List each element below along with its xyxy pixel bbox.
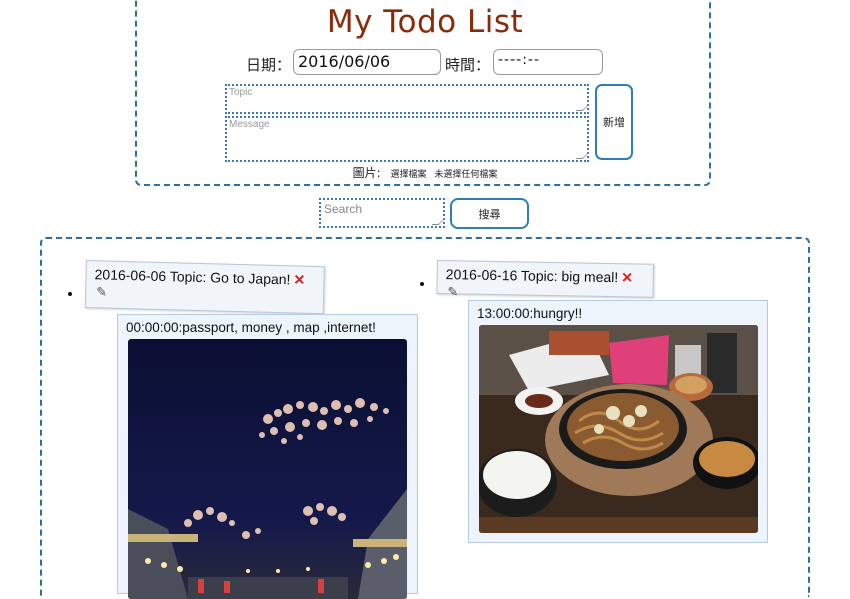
list-bullet xyxy=(68,292,72,296)
message-placeholder: Message xyxy=(229,119,270,130)
message-textarea[interactable]: Message xyxy=(225,116,590,162)
topic-placeholder: Topic xyxy=(229,87,253,98)
night-street-cherry-blossom-photo xyxy=(128,339,407,599)
delete-x-icon[interactable]: ✕ xyxy=(293,271,305,287)
pencil-icon[interactable]: ✎ xyxy=(96,284,107,300)
todo-message-card: 00:00:00:passport, money , map ,internet… xyxy=(117,314,418,599)
topic-input[interactable]: Topic xyxy=(225,84,590,114)
search-placeholder: Search xyxy=(324,202,363,216)
todo-title: 2016-06-06 Topic: Go to Japan! xyxy=(94,266,291,288)
pencil-icon[interactable]: ✎ xyxy=(447,284,458,300)
todo-header: 2016-06-06 Topic: Go to Japan! ✕ ✎ xyxy=(84,260,325,315)
image-label: 圖片: xyxy=(352,166,381,180)
search-button[interactable]: 搜尋 xyxy=(450,198,529,229)
file-status-text: 未選擇任何檔案 xyxy=(434,170,498,180)
todo-message: 00:00:00:passport, money , map ,internet… xyxy=(126,320,376,335)
date-label: 日期： xyxy=(246,56,292,74)
image-upload-row: 圖片: 選擇檔案 未選擇任何檔案 xyxy=(0,164,850,181)
todo-header: 2016-06-16 Topic: big meal! ✕ ✎ xyxy=(436,260,654,300)
resize-grip-icon[interactable] xyxy=(575,104,590,111)
delete-x-icon[interactable]: ✕ xyxy=(621,269,633,285)
list-bullet xyxy=(420,282,424,286)
date-input[interactable]: 2016/06/06 xyxy=(293,49,441,75)
page-title: My Todo List xyxy=(326,4,524,40)
todo-message: 13:00:00:hungry!! xyxy=(477,306,583,321)
resize-grip-icon[interactable] xyxy=(431,218,446,225)
yakisoba-meal-photo xyxy=(479,325,758,533)
time-input[interactable]: ----:-- xyxy=(493,49,603,75)
time-label: 時間： xyxy=(445,56,491,74)
search-input[interactable]: Search xyxy=(319,198,446,228)
resize-grip-icon[interactable] xyxy=(575,152,590,159)
todo-message-card: 13:00:00:hungry!! xyxy=(468,300,768,543)
add-button[interactable]: 新增 xyxy=(595,84,633,160)
choose-file-button[interactable]: 選擇檔案 xyxy=(391,170,427,180)
todo-title: 2016-06-16 Topic: big meal! xyxy=(445,266,619,286)
